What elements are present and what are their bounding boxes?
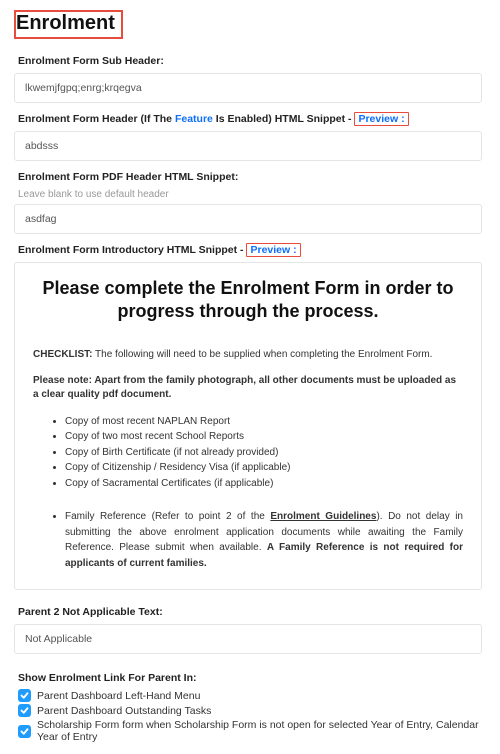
enrolment-guidelines-link[interactable]: Enrolment Guidelines [270,511,376,522]
checkbox-icon[interactable] [18,689,31,702]
page-title: Enrolment [14,10,123,39]
pdf-header-label: Enrolment Form PDF Header HTML Snippet: [14,171,482,183]
pdf-header-input[interactable] [14,204,482,234]
list-item: Copy of Sacramental Certificates (if app… [65,476,463,492]
parent2-input[interactable] [14,624,482,654]
checkbox-row-scholarship-form[interactable]: Scholarship Form form when Scholarship F… [14,718,482,744]
intro-label: Enrolment Form Introductory HTML Snippet… [14,244,482,256]
pdf-header-hint: Leave blank to use default header [14,189,482,200]
intro-heading: Please complete the Enrolment Form in or… [33,277,463,324]
list-item: Family Reference (Refer to point 2 of th… [65,509,463,571]
show-link-label: Show Enrolment Link For Parent In: [14,672,482,684]
please-note-line: Please note: Apart from the family photo… [33,374,463,402]
feature-link[interactable]: Feature [175,113,213,125]
intro-preview-link[interactable]: Preview : [246,243,300,257]
checklist-line: CHECKLIST: The following will need to be… [33,348,463,362]
checkbox-row-outstanding-tasks[interactable]: Parent Dashboard Outstanding Tasks [14,703,482,718]
checkbox-row-dashboard-menu[interactable]: Parent Dashboard Left-Hand Menu [14,688,482,703]
checkbox-icon[interactable] [18,725,31,738]
family-reference-item: Family Reference (Refer to point 2 of th… [33,509,463,571]
checklist-items: Copy of most recent NAPLAN Report Copy o… [33,414,463,492]
intro-snippet-box[interactable]: Please complete the Enrolment Form in or… [14,262,482,590]
header-preview-link[interactable]: Preview : [354,112,408,126]
sub-header-input[interactable] [14,73,482,103]
header-input[interactable] [14,131,482,161]
checkbox-label: Parent Dashboard Left-Hand Menu [37,690,200,702]
parent2-label: Parent 2 Not Applicable Text: [14,606,482,618]
checkbox-label: Parent Dashboard Outstanding Tasks [37,705,211,717]
checkbox-icon[interactable] [18,704,31,717]
list-item: Copy of most recent NAPLAN Report [65,414,463,430]
header-label: Enrolment Form Header (If The Feature Is… [14,113,482,125]
checkbox-label: Scholarship Form form when Scholarship F… [37,719,482,743]
list-item: Copy of Birth Certificate (if not alread… [65,445,463,461]
sub-header-label: Enrolment Form Sub Header: [14,55,482,67]
list-item: Copy of two most recent School Reports [65,429,463,445]
list-item: Copy of Citizenship / Residency Visa (if… [65,460,463,476]
